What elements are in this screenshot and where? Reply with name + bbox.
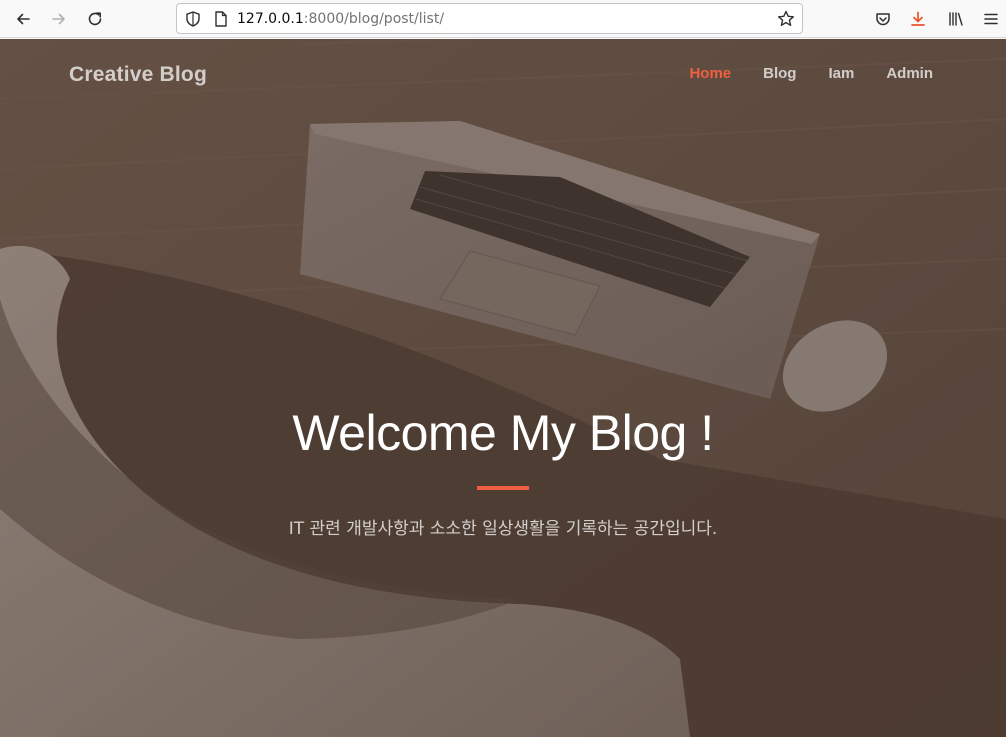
- forward-button[interactable]: [47, 7, 71, 31]
- nav-link-admin[interactable]: Admin: [886, 65, 933, 82]
- browser-toolbar: 127.0.0.1:8000/blog/post/list/: [0, 0, 1006, 38]
- nav-link-iam[interactable]: Iam: [828, 65, 854, 82]
- main-nav: Home Blog Iam Admin: [689, 65, 933, 82]
- hero-content: Welcome My Blog ! IT 관련 개발사항과 소소한 일상생활을 …: [0, 403, 1006, 539]
- menu-button[interactable]: [979, 7, 1003, 31]
- arrow-right-icon: [52, 13, 65, 25]
- page-icon[interactable]: [213, 10, 229, 28]
- pocket-icon: [876, 13, 890, 26]
- nav-link-home[interactable]: Home: [689, 65, 731, 82]
- url-path: :8000/blog/post/list/: [303, 11, 445, 27]
- back-button[interactable]: [11, 7, 35, 31]
- page-viewport: Creative Blog Home Blog Iam Admin Welcom…: [0, 39, 1006, 737]
- url-text[interactable]: 127.0.0.1:8000/blog/post/list/: [237, 10, 444, 28]
- downloads-button[interactable]: [906, 7, 930, 31]
- shield-icon[interactable]: [184, 10, 202, 28]
- brand-link[interactable]: Creative Blog: [69, 63, 207, 87]
- hamburger-menu-icon: [984, 13, 998, 25]
- nav-link-blog[interactable]: Blog: [763, 65, 796, 82]
- library-icon: [949, 12, 963, 26]
- hero-divider: [477, 486, 529, 490]
- reload-icon: [88, 12, 102, 26]
- library-button[interactable]: [944, 7, 968, 31]
- reload-button[interactable]: [83, 7, 107, 31]
- hero-title: Welcome My Blog !: [292, 405, 714, 461]
- star-icon[interactable]: [776, 9, 796, 29]
- arrow-left-icon: [17, 13, 30, 25]
- hero-overlay: [0, 39, 1006, 737]
- url-bar[interactable]: 127.0.0.1:8000/blog/post/list/: [176, 3, 803, 34]
- pocket-button[interactable]: [871, 7, 895, 31]
- hero-subtitle: IT 관련 개발사항과 소소한 일상생활을 기록하는 공간입니다.: [288, 519, 718, 539]
- url-host: 127.0.0.1: [237, 11, 304, 27]
- download-icon: [911, 11, 925, 26]
